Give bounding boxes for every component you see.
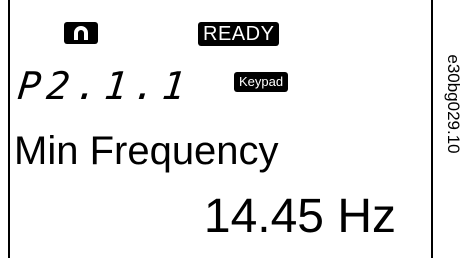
figure-code: e30bg029.10 xyxy=(440,4,466,204)
display-border-right xyxy=(431,0,433,258)
status-badge: READY xyxy=(198,22,280,46)
keypad-display: READY P2.1.1 Keypad Min Frequency 14.45 … xyxy=(0,0,468,258)
parameter-name: Min Frequency xyxy=(14,129,279,173)
parameter-value: 14.45 Hz xyxy=(203,190,396,243)
parameter-code: P2.1.1 xyxy=(15,64,194,108)
figure-code-text: e30bg029.10 xyxy=(444,54,463,154)
remote-control-icon xyxy=(64,22,98,44)
display-border-left xyxy=(8,0,10,258)
control-source-badge: Keypad xyxy=(234,72,289,92)
